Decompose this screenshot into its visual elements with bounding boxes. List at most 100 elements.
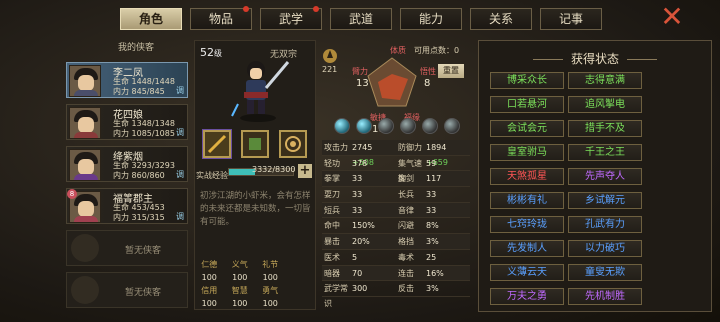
orb-row [334,118,464,134]
close-icon[interactable]: ✕ [658,3,686,32]
xp-value: 3332/8300 [252,165,296,174]
status-item[interactable]: 皇室驸马 [490,144,564,161]
avatar [69,149,101,181]
tab-records[interactable]: 记事 [540,8,602,30]
status-item[interactable]: 彬彬有礼 [490,192,564,209]
status-item[interactable]: 先发制人 [490,240,564,257]
available-points: 可用点数：0 [414,46,460,55]
armor-slot-icon[interactable] [241,130,269,158]
stat-row: 命中 150% 闪避 8% [322,218,470,235]
status-item[interactable]: 乡试解元 [568,192,642,209]
tab-martial-path[interactable]: 武道 [330,8,392,30]
attr-value: 13 [356,78,369,89]
status-item[interactable]: 先声夺人 [568,168,642,185]
tab-label: 武学 [278,12,303,26]
status-item[interactable]: 追风掣电 [568,96,642,113]
orb-icon [356,118,372,134]
empty-label: 暂无侠客 [125,288,162,298]
party-member[interactable]: 8 福箐郡主 生命 453/453 内力 315/315 调 [66,188,188,224]
weapon-slot-icon[interactable] [203,130,231,158]
status-item[interactable]: 博采众长 [490,72,564,89]
stat-row: 暗器 70 连击 16% [322,265,470,282]
status-item[interactable]: 会试会元 [490,120,564,137]
hero-sprite [231,61,290,122]
tab-bar: 角色 物品 武学 武道 能力 关系 记事 [120,6,602,32]
virtue-value [286,297,317,310]
avatar [69,65,101,97]
orb-icon [334,118,350,134]
tab-character[interactable]: 角色 [120,8,182,30]
tab-label: 角色 [138,12,163,26]
fame-icon [323,49,337,63]
status-title: 获得状态 [478,50,712,67]
attr-label: 体质 [390,45,406,55]
member-mp: 内力 1085/1085 [113,129,175,138]
orb-icon [400,118,416,134]
stat-row: 短兵 33 音律 33 [322,202,470,219]
orb-icon [444,118,460,134]
avatar [69,107,101,139]
virtue-label [286,258,317,271]
party-member[interactable]: 李二凤 生命 1448/1448 内力 845/845 调 [66,62,188,98]
notification-dot [313,6,319,12]
status-item[interactable]: 童叟无欺 [568,264,642,281]
status-item[interactable]: 天煞孤星 [490,168,564,185]
virtue-value: 100 [201,273,217,282]
reset-button[interactable]: 重置 [438,64,464,78]
party-title: 我的侠客 [117,43,154,53]
status-item[interactable]: 七窍玲珑 [490,216,564,233]
virtue-value: 100 [262,299,278,308]
attr-label: 悟性 [420,66,436,76]
party-member[interactable]: 绛紫烟 生命 3293/3293 内力 860/860 调 [66,146,188,182]
tab-relations[interactable]: 关系 [470,8,532,30]
member-mp: 内力 845/845 [113,87,165,96]
hero-bio: 初涉江湖的小虾米，会有怎样的未来还都是未知数，一切皆有可能。 [200,191,311,227]
adjust-label[interactable]: 调 [176,211,184,222]
virtue-label: 信用 [201,286,218,295]
status-item[interactable]: 孔武有力 [568,216,642,233]
status-item[interactable]: 千王之王 [568,144,642,161]
status-item[interactable]: 先机制胜 [568,288,642,305]
tab-items[interactable]: 物品 [190,6,252,30]
empty-slot[interactable]: 暂无侠客 [66,230,188,266]
tab-label: 物品 [208,12,233,26]
virtue-label: 勇气 [262,286,279,295]
status-item[interactable]: 万夫之勇 [490,288,564,305]
empty-label: 暂无侠客 [125,246,162,256]
virtue-value: 100 [232,299,248,308]
stat-row: 武学常识 300 反击 3% [322,281,470,308]
stats-table: 攻击力 2745 +508 防御力 1894 +659 轻功 378 集气速度 59 拳掌 3… [322,140,470,308]
adjust-label[interactable]: 调 [176,85,184,96]
tab-martial-arts[interactable]: 武学 [260,6,322,30]
member-mp: 内力 860/860 [113,171,165,180]
adjust-label[interactable]: 调 [176,127,184,138]
tab-label: 武道 [348,12,373,26]
add-xp-button[interactable]: + [298,164,312,178]
virtue-label: 仁德 [201,260,218,269]
empty-slot[interactable]: 暂无侠客 [66,272,188,308]
orb-icon [422,118,438,134]
virtue-value [286,271,317,284]
attr-label: 臂力 [352,66,368,76]
stat-row: 拳掌 33 御剑 117 [322,171,470,188]
stat-row: 轻功 378 集气速度 59 [322,156,470,183]
tab-ability[interactable]: 能力 [400,8,462,30]
accessory-slot-icon[interactable] [279,130,307,158]
fame-value: 221 [322,65,337,74]
xp-fill [229,169,255,175]
tab-label: 关系 [488,12,513,26]
virtue-value: 100 [262,273,278,282]
virtue-label: 智慧 [231,286,248,295]
stat-row: 医术 5 毒术 25 [322,250,470,266]
status-item[interactable]: 措手不及 [568,120,642,137]
status-item[interactable]: 口若悬河 [490,96,564,113]
stat-row: 暴击 20% 格挡 3% [322,234,470,250]
party-member[interactable]: 花四娘 生命 1348/1348 内力 1085/1085 调 [66,104,188,140]
status-item[interactable]: 义薄云天 [490,264,564,281]
stat-row: 攻击力 2745 +508 防御力 1894 +659 [322,140,470,167]
status-item[interactable]: 志得意满 [568,72,642,89]
adjust-label[interactable]: 调 [176,169,184,180]
tab-label: 能力 [418,12,443,26]
status-item[interactable]: 以力破巧 [568,240,642,257]
virtues-grid: 仁德 义气 礼节 100 100 100 信用 智慧 勇气 100 100 10… [194,258,316,310]
